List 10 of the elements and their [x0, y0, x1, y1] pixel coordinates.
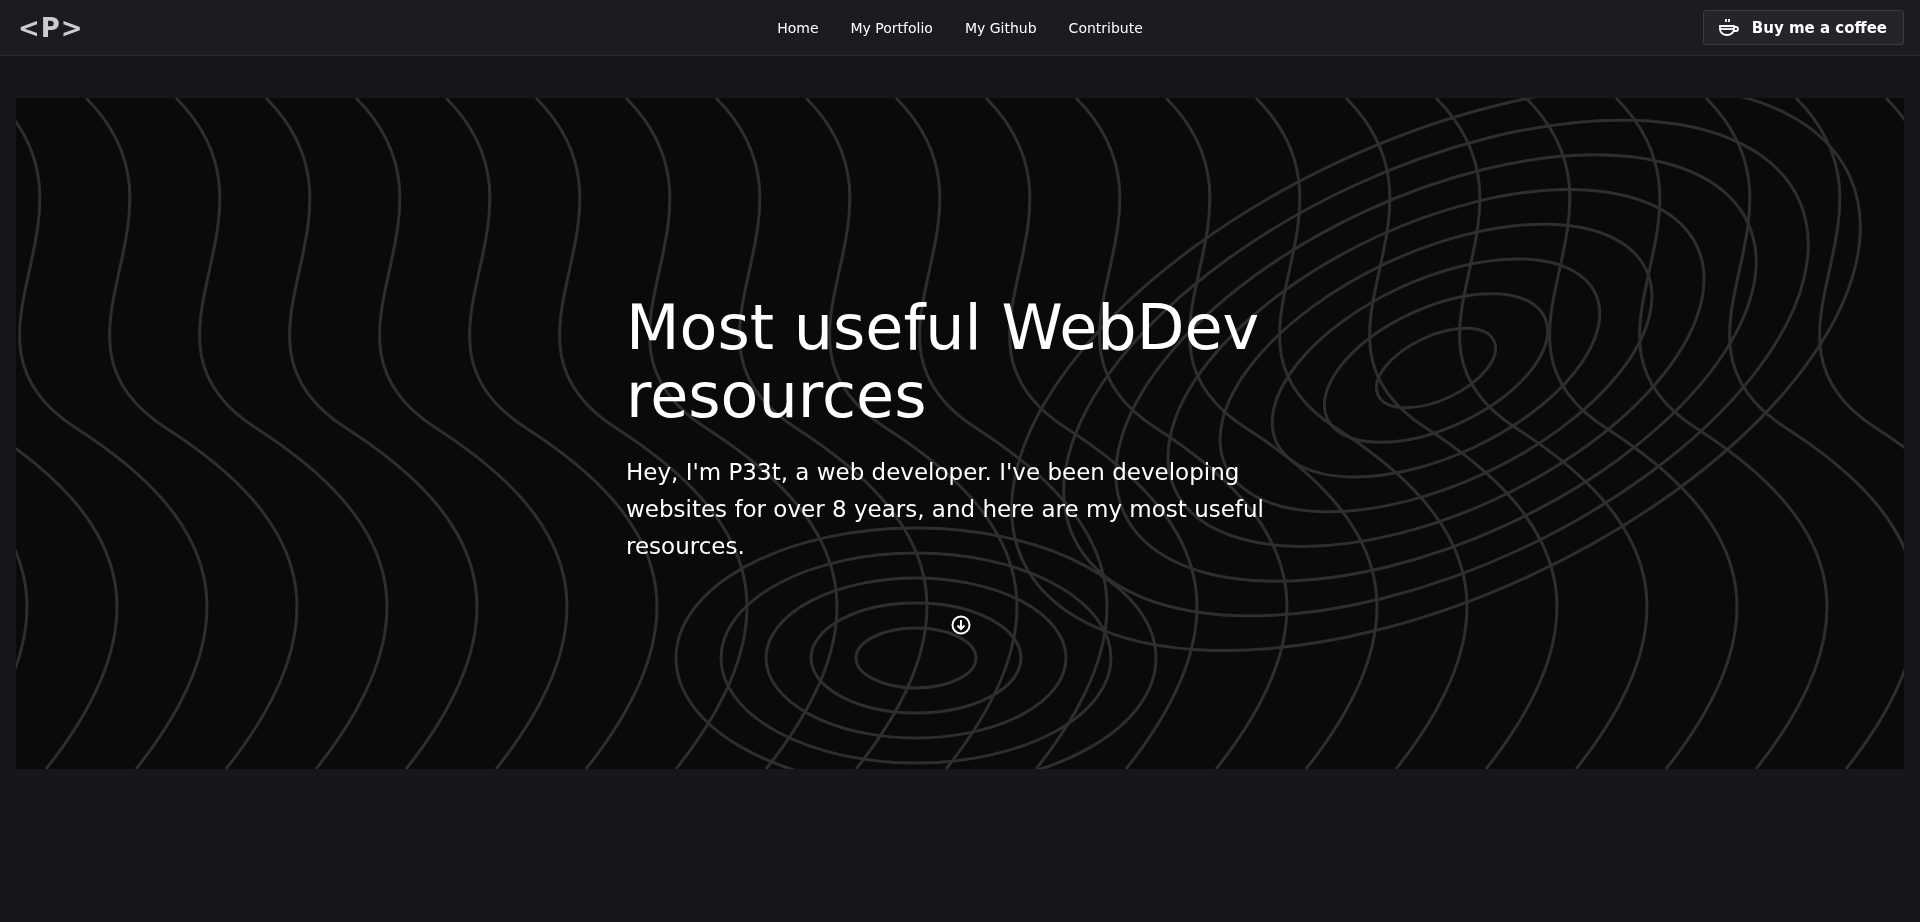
scroll-down-icon[interactable]: [951, 615, 971, 635]
nav-link[interactable]: Home: [777, 19, 819, 36]
coffee-cup-icon: [1717, 17, 1740, 38]
logo[interactable]: <P>: [18, 12, 84, 43]
hero-text: Hey, I'm P33t, a web developer. I've been developing websites for over 8 years, and here are my most useful resources.: [626, 458, 1265, 561]
nav-link[interactable]: My Portfolio: [850, 19, 933, 36]
buy-coffee-button[interactable]: Buy me a coffee: [1702, 10, 1904, 45]
hero-title: Most useful WebDev resources: [626, 294, 1261, 430]
nav-link[interactable]: Contribute: [1068, 19, 1143, 36]
nav-link[interactable]: My Github: [964, 19, 1037, 36]
